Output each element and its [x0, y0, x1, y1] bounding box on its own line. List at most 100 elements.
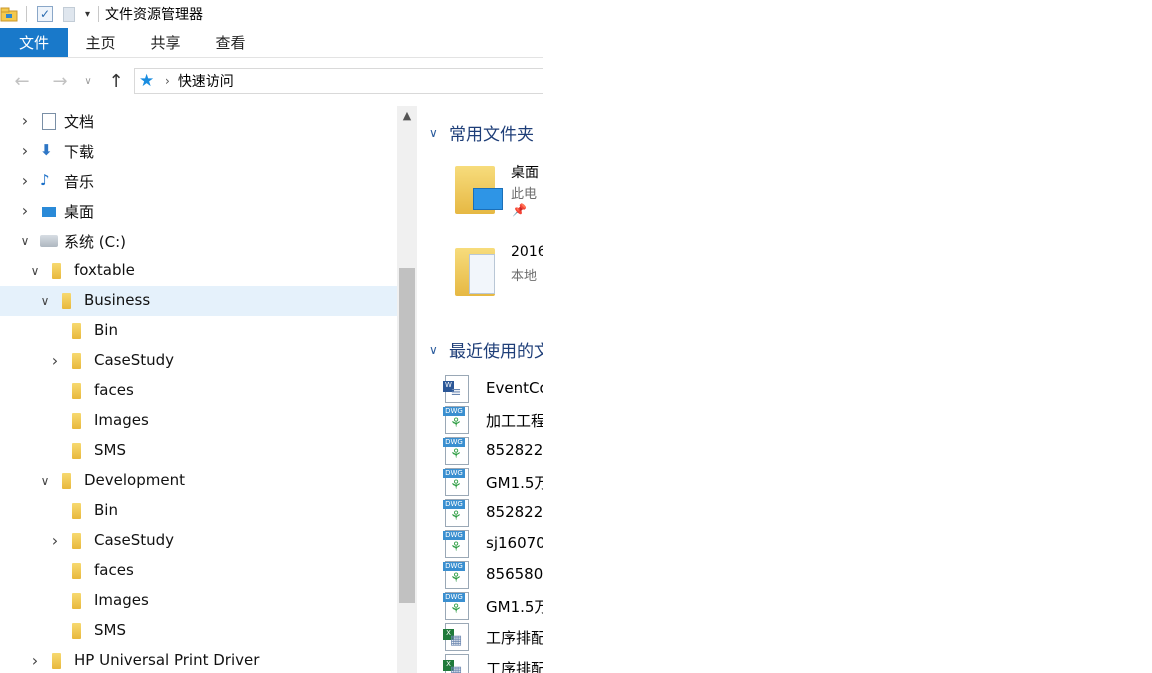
- folder-icon: [70, 623, 88, 639]
- folder-icon: [50, 653, 68, 669]
- address-chevron-icon[interactable]: ›: [165, 74, 170, 88]
- recent-file-item[interactable]: DWG ⚘ GM1.5万: [443, 467, 543, 498]
- expand-chevron-icon[interactable]: ›: [28, 653, 42, 669]
- tree-item[interactable]: › HP Universal Print Driver: [0, 646, 397, 673]
- recent-files-title: 最近使用的文: [449, 342, 543, 362]
- recent-file-item[interactable]: DWG ⚘ 852822-: [443, 498, 543, 529]
- collapse-chevron-icon[interactable]: ∨: [38, 294, 52, 308]
- properties-icon[interactable]: ✓: [37, 6, 53, 22]
- tree-item[interactable]: › ♪ 音乐: [0, 166, 397, 196]
- quick-access-star-icon: ★: [139, 71, 155, 91]
- recent-file-item[interactable]: DWG ⚘ 加工工程: [443, 405, 543, 436]
- dwg-file-icon: DWG ⚘: [443, 592, 473, 620]
- tree-item[interactable]: › CaseStudy: [0, 526, 397, 556]
- downloads-icon: ⬇: [40, 141, 53, 159]
- tree-item[interactable]: faces: [0, 556, 397, 586]
- toolbar-separator: [26, 6, 27, 22]
- recent-files-header[interactable]: ∨ 最近使用的文: [429, 337, 543, 362]
- tree-item-label: faces: [94, 381, 134, 399]
- tree-item-label: faces: [94, 561, 134, 579]
- folder-icon: [70, 413, 88, 429]
- dwg-file-icon: DWG ⚘: [443, 561, 473, 589]
- recent-file-name: 加工工程: [486, 412, 543, 430]
- collapse-chevron-icon[interactable]: ∨: [38, 474, 52, 488]
- window-title: 文件资源管理器: [105, 7, 204, 23]
- tree-item[interactable]: ∨ 系统 (C:): [0, 226, 397, 256]
- recent-file-item[interactable]: X ▦ 工序排配: [443, 622, 543, 653]
- folder-icon: [50, 263, 68, 279]
- folder-icon: [70, 353, 88, 369]
- tab-file[interactable]: 文件: [0, 28, 68, 57]
- navigation-bar: ← → ∨ ↑ ★ › 快速访问: [0, 66, 543, 96]
- up-arrow-icon[interactable]: ↑: [106, 71, 126, 92]
- tree-scrollbar[interactable]: ▲: [397, 106, 417, 673]
- dwg-file-icon: DWG ⚘: [443, 530, 473, 558]
- dwg-file-icon: DWG ⚘: [443, 468, 473, 496]
- recent-file-name: 856580-: [486, 565, 543, 583]
- recent-file-item[interactable]: DWG ⚘ GM1.5万: [443, 591, 543, 622]
- tree-item[interactable]: ∨ foxtable: [0, 256, 397, 286]
- tree-item[interactable]: ∨ Development: [0, 466, 397, 496]
- scroll-up-icon[interactable]: ▲: [397, 106, 417, 126]
- recent-file-item[interactable]: DWG ⚘ 856580-: [443, 560, 543, 591]
- address-bar[interactable]: ★ › 快速访问: [134, 68, 543, 94]
- tab-home[interactable]: 主页: [68, 28, 133, 57]
- tree-item-label: HP Universal Print Driver: [74, 651, 260, 669]
- tree-item[interactable]: › 文档: [0, 106, 397, 136]
- quick-access-dropdown-icon[interactable]: ▾: [85, 9, 90, 20]
- expand-chevron-icon[interactable]: ›: [18, 113, 32, 129]
- recent-file-item[interactable]: W ≡ EventCo: [443, 374, 543, 405]
- tree-item[interactable]: › 桌面: [0, 196, 397, 226]
- frequent-folders-title: 常用文件夹: [449, 125, 534, 145]
- explorer-app-icon[interactable]: [0, 6, 18, 22]
- tree-item[interactable]: ∨ Business: [0, 286, 397, 316]
- recent-file-name: EventCo: [486, 379, 543, 397]
- tree-item[interactable]: SMS: [0, 436, 397, 466]
- documents-folder-icon: [455, 248, 501, 300]
- expand-chevron-icon[interactable]: ›: [48, 353, 62, 369]
- desktop-folder-icon: [455, 166, 503, 218]
- recent-file-name: 工序排配: [486, 660, 543, 673]
- folder-icon: [70, 533, 88, 549]
- collapse-chevron-icon[interactable]: ∨: [18, 234, 32, 248]
- recent-file-item[interactable]: DWG ⚘ 852822-: [443, 436, 543, 467]
- frequent-folders-header[interactable]: ∨ 常用文件夹: [429, 120, 534, 145]
- recent-file-item[interactable]: X ▦ 工序排配: [443, 653, 543, 673]
- tree-item[interactable]: Images: [0, 406, 397, 436]
- toolbar-separator: [98, 6, 100, 22]
- navigation-tree: › 文档 › ⬇ 下载 › ♪ 音乐 › 桌面 ∨ 系统 (C:) ∨ foxtable ∨ Business…: [0, 106, 397, 673]
- tree-item[interactable]: SMS: [0, 616, 397, 646]
- folder-icon: [70, 563, 88, 579]
- address-text[interactable]: 快速访问: [178, 71, 234, 91]
- tile-location: 本地: [511, 269, 538, 284]
- tab-view[interactable]: 查看: [198, 28, 263, 57]
- recent-file-name: sj16070: [486, 534, 543, 552]
- tree-item-label: 桌面: [64, 203, 95, 221]
- collapse-chevron-icon[interactable]: ∨: [28, 264, 42, 278]
- tree-item-label: 音乐: [64, 173, 95, 191]
- expand-chevron-icon[interactable]: ›: [48, 533, 62, 549]
- expand-chevron-icon[interactable]: ›: [18, 143, 32, 159]
- tree-item[interactable]: › ⬇ 下载: [0, 136, 397, 166]
- dwg-file-icon: DWG ⚘: [443, 499, 473, 527]
- tree-item-label: 系统 (C:): [64, 233, 126, 251]
- tree-item-label: Bin: [94, 501, 118, 519]
- collapse-chevron-icon[interactable]: ∨: [429, 343, 449, 357]
- recent-locations-icon[interactable]: ∨: [78, 76, 98, 87]
- new-folder-icon[interactable]: [63, 6, 75, 22]
- expand-chevron-icon[interactable]: ›: [18, 203, 32, 219]
- expand-chevron-icon[interactable]: ›: [18, 173, 32, 189]
- scroll-thumb[interactable]: [399, 268, 415, 603]
- recent-file-item[interactable]: DWG ⚘ sj16070: [443, 529, 543, 560]
- back-arrow-icon[interactable]: ←: [12, 71, 32, 92]
- excel-document-icon: X ▦: [443, 654, 473, 673]
- tree-item[interactable]: faces: [0, 376, 397, 406]
- tree-item[interactable]: › CaseStudy: [0, 346, 397, 376]
- tree-item[interactable]: Bin: [0, 496, 397, 526]
- tree-item[interactable]: Bin: [0, 316, 397, 346]
- tree-item-label: Bin: [94, 321, 118, 339]
- forward-arrow-icon[interactable]: →: [50, 71, 70, 92]
- tab-share[interactable]: 共享: [133, 28, 198, 57]
- tree-item[interactable]: Images: [0, 586, 397, 616]
- collapse-chevron-icon[interactable]: ∨: [429, 126, 449, 140]
